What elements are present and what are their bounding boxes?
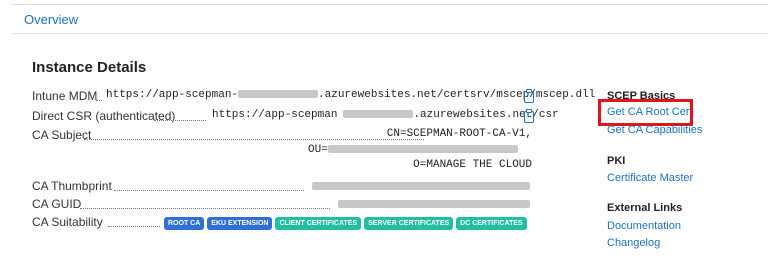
badge-dc-certificates: DC CERTIFICATES bbox=[456, 217, 527, 231]
leader-dots bbox=[114, 190, 304, 191]
leader-dots bbox=[84, 139, 424, 140]
pki-heading: PKI bbox=[607, 155, 626, 167]
guid-label: CA GUID bbox=[32, 197, 82, 211]
badge-server-certificates: SERVER CERTIFICATES bbox=[364, 217, 454, 231]
highlight-box bbox=[598, 99, 693, 126]
leader-dots bbox=[108, 226, 160, 227]
suitability-label: CA Suitability bbox=[32, 215, 103, 229]
intune-url[interactable]: https://app-scepman- .azurewebsites.net/c… bbox=[106, 89, 595, 101]
redacted-thumbprint bbox=[312, 182, 530, 190]
documentation-link: Documentation bbox=[607, 220, 681, 232]
thumbprint-label: CA Thumbprint bbox=[32, 179, 112, 193]
redacted-text bbox=[238, 90, 319, 99]
get-ca-capabilities-link: Get CA Capabilities bbox=[607, 124, 703, 136]
redacted-text bbox=[327, 145, 518, 154]
tab-overview[interactable]: Overview bbox=[24, 12, 78, 27]
section-title: Instance Details bbox=[32, 59, 147, 76]
subject-ou: OU= bbox=[308, 144, 518, 156]
suitability-badges: ROOT CA EKU EXTENSION CLIENT CERTIFICATES S… bbox=[164, 216, 530, 231]
intune-label: Intune MDM bbox=[32, 89, 98, 103]
intune-row: Intune MDM https://app-scepman- .azureweb… bbox=[32, 89, 595, 105]
external-links-heading: External Links bbox=[607, 202, 683, 214]
leader-dots bbox=[154, 120, 206, 121]
guid-row: CA GUID bbox=[32, 197, 532, 213]
subject-row: CA Subject CN=SCEPMAN-ROOT-CA-V1, OU= O=… bbox=[32, 128, 532, 174]
tab-bar: Overview bbox=[12, 4, 768, 34]
badge-eku-extension: EKU EXTENSION bbox=[207, 217, 273, 231]
thumbprint-row: CA Thumbprint bbox=[32, 179, 532, 195]
clipboard-icon[interactable] bbox=[524, 89, 534, 103]
subject-label: CA Subject bbox=[32, 128, 92, 142]
subject-o: O=MANAGE THE CLOUD bbox=[413, 159, 532, 171]
subject-cn: CN=SCEPMAN-ROOT-CA-V1, bbox=[386, 128, 532, 140]
badge-root-ca: ROOT CA bbox=[164, 217, 205, 231]
redacted-text bbox=[343, 110, 414, 119]
suitability-row: CA Suitability ROOT CA EKU EXTENSION CLIEN… bbox=[32, 215, 552, 233]
redacted-guid bbox=[338, 200, 530, 208]
leader-dots bbox=[96, 100, 102, 101]
changelog-link: Changelog bbox=[607, 237, 661, 249]
leader-dots bbox=[80, 208, 330, 209]
badge-client-certificates: CLIENT CERTIFICATES bbox=[275, 217, 362, 231]
certificate-master-link: Certificate Master bbox=[607, 172, 694, 184]
csr-url[interactable]: https://app-scepman .azurewebsites.net/cs… bbox=[212, 109, 559, 121]
csr-row: Direct CSR (authenticated) https://app-s… bbox=[32, 109, 592, 125]
clipboard-icon[interactable] bbox=[524, 109, 534, 123]
